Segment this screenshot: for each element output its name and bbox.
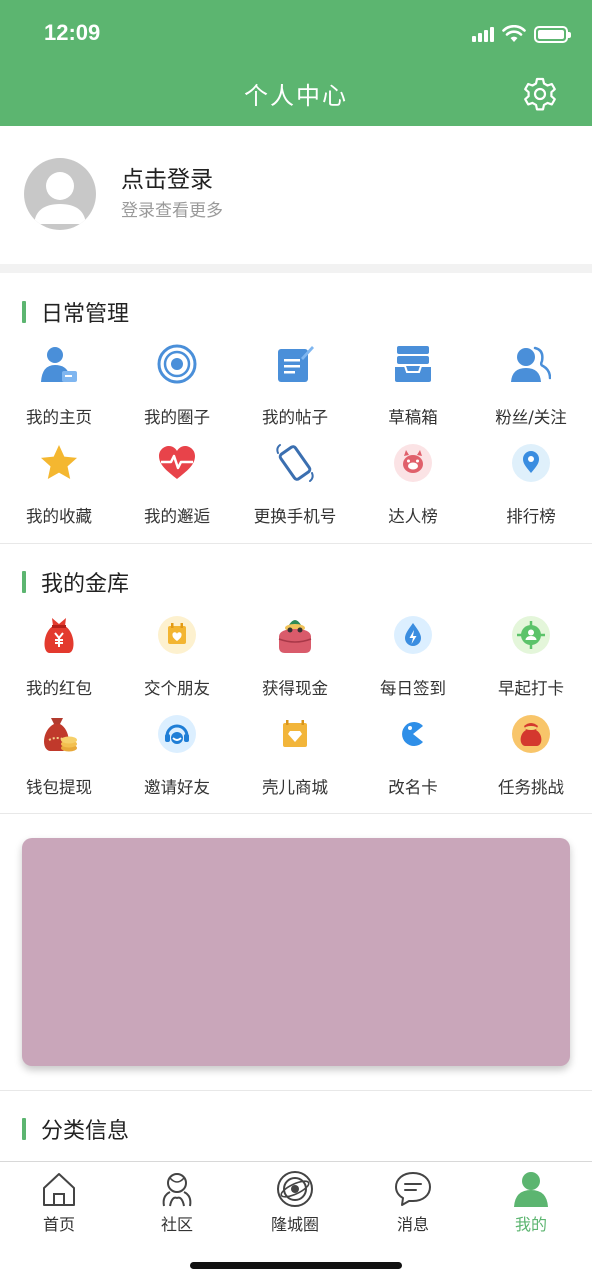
shop-diamond-icon	[283, 720, 307, 747]
message-icon	[395, 1172, 431, 1206]
login-title[interactable]: 点击登录	[121, 160, 213, 194]
grid-item-wallet-withdraw[interactable]: 钱包提现	[0, 714, 118, 812]
grid-item-shell-mall[interactable]: 壳儿商城	[236, 714, 354, 812]
signal-icon	[472, 26, 494, 42]
money-bag-coins-icon	[44, 718, 77, 752]
grid-item-ranking[interactable]: 排行榜	[472, 443, 590, 541]
divider	[0, 1090, 592, 1091]
grid-item-favorites[interactable]: 我的收藏	[0, 443, 118, 541]
user-card-icon	[41, 347, 77, 382]
circle-target-icon	[157, 344, 197, 384]
section-gap	[0, 264, 592, 273]
grid-item-red-packet[interactable]: 我的红包	[0, 615, 118, 713]
avatar-placeholder-icon	[34, 172, 86, 224]
page-title: 个人中心	[244, 82, 348, 110]
star-icon	[41, 445, 77, 479]
tab-community[interactable]: 社区	[118, 1170, 236, 1234]
section-title-category: 分类信息	[22, 1113, 129, 1145]
gear-icon[interactable]	[522, 76, 558, 112]
grid-item-daily-checkin[interactable]: 每日签到	[354, 615, 472, 713]
login-subtitle: 登录查看更多	[121, 201, 223, 221]
grid-item-my-posts[interactable]: 我的帖子	[236, 344, 354, 442]
tab-city-circle[interactable]: 隆城圈	[236, 1170, 354, 1234]
home-icon	[43, 1173, 75, 1206]
edit-post-icon	[278, 346, 314, 382]
inbox-drafts-icon	[395, 346, 431, 382]
promo-banner[interactable]	[22, 838, 570, 1066]
lightning-drop-icon	[394, 616, 432, 654]
tab-profile[interactable]: 我的	[472, 1170, 590, 1234]
calendar-heart-icon	[158, 616, 196, 654]
grid-item-early-rise[interactable]: 早起打卡	[472, 615, 590, 713]
red-envelope-bag-icon	[44, 618, 74, 653]
section-title-daily: 日常管理	[22, 296, 129, 328]
pacman-icon	[402, 722, 423, 746]
phone-ring-icon	[276, 444, 314, 482]
grid-item-change-phone[interactable]: 更换手机号	[236, 443, 354, 541]
battery-icon	[534, 25, 571, 43]
grid-item-task-challenge[interactable]: 任务挑战	[472, 714, 590, 812]
grid-item-my-circle[interactable]: 我的圈子	[118, 344, 236, 442]
grid-item-invite-friends[interactable]: 邀请好友	[118, 714, 236, 812]
profile-icon	[514, 1172, 548, 1207]
grid-item-get-cash[interactable]: 获得现金	[236, 615, 354, 713]
avatar[interactable]	[24, 158, 96, 230]
location-pin-icon	[512, 444, 550, 482]
divider	[0, 543, 592, 544]
planet-icon	[277, 1171, 313, 1207]
home-indicator	[190, 1262, 402, 1269]
community-icon	[162, 1173, 192, 1207]
grid-item-followers[interactable]: 粉丝/关注	[472, 344, 590, 442]
grid-item-make-friends[interactable]: 交个朋友	[118, 615, 236, 713]
section-title-vault: 我的金库	[22, 566, 129, 598]
heartbeat-icon	[159, 446, 195, 479]
headset-icon	[158, 715, 196, 753]
wifi-icon	[502, 25, 526, 42]
purse-icon	[278, 620, 312, 653]
grid-item-encounters[interactable]: 我的邂逅	[118, 443, 236, 541]
profile-card[interactable]: 点击登录 登录查看更多	[0, 126, 592, 264]
grid-item-my-homepage[interactable]: 我的主页	[0, 344, 118, 442]
treasure-bag-icon	[512, 715, 550, 753]
pig-badge-icon	[394, 444, 432, 482]
app-header: 12:09 个人中心	[0, 0, 592, 126]
followers-icon	[511, 346, 551, 382]
status-time: 12:09	[44, 20, 101, 45]
tab-messages[interactable]: 消息	[354, 1170, 472, 1234]
target-person-icon	[512, 616, 550, 654]
grid-item-rename-card[interactable]: 改名卡	[354, 714, 472, 812]
tab-home[interactable]: 首页	[0, 1170, 118, 1234]
grid-item-drafts[interactable]: 草稿箱	[354, 344, 472, 442]
grid-item-expert-board[interactable]: 达人榜	[354, 443, 472, 541]
status-icons	[472, 24, 571, 44]
divider	[0, 813, 592, 814]
